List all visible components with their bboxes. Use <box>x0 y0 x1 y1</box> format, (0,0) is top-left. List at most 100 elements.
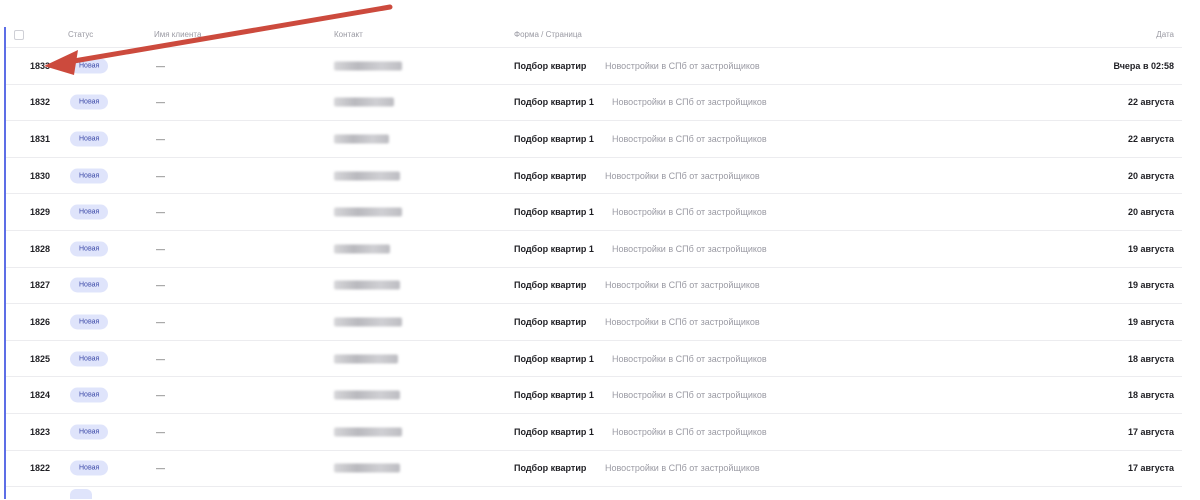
page-name[interactable]: Новостройки в СПб от застройщиков <box>605 280 760 290</box>
status-badge: Новая <box>70 460 109 476</box>
page-name[interactable]: Новостройки в СПб от застройщиков <box>612 354 767 364</box>
table-row[interactable]: 1822 Новая — Подбор квартир Новостройки в СП… <box>6 450 1182 488</box>
contact-redacted <box>334 61 402 71</box>
table-header: Статус Имя клиента Контакт Форма / Стран… <box>6 27 1182 48</box>
lead-id: 1822 <box>30 463 51 474</box>
table-row[interactable]: 1825 Новая — Подбор квартир 1 Новостройки в … <box>6 340 1182 378</box>
status-badge: Новая <box>70 131 109 147</box>
leads-table: Статус Имя клиента Контакт Форма / Стран… <box>4 27 1182 500</box>
status-badge: Новая <box>70 351 109 367</box>
status-badge: Новая <box>70 387 109 403</box>
status-badge-partial <box>70 489 92 500</box>
lead-date: 18 августа <box>1128 353 1174 364</box>
form-name: Подбор квартир 1 <box>514 243 594 254</box>
leads-table-screen: Статус Имя клиента Контакт Форма / Стран… <box>0 0 1200 500</box>
contact-redacted <box>334 97 394 107</box>
lead-date: 19 августа <box>1128 316 1174 327</box>
contact-redacted <box>334 463 400 473</box>
contact-redacted <box>334 280 400 290</box>
client-name: — <box>156 60 165 71</box>
contact-redacted <box>334 317 402 327</box>
lead-date: Вчера в 02:58 <box>1113 60 1174 71</box>
lead-id: 1831 <box>30 133 51 144</box>
client-name: — <box>156 280 165 291</box>
table-row[interactable]: 1832 Новая — Подбор квартир 1 Новостройки в … <box>6 84 1182 122</box>
table-row[interactable]: 1829 Новая — Подбор квартир 1 Новостройки в … <box>6 194 1182 231</box>
page-name[interactable]: Новостройки в СПб от застройщиков <box>612 427 767 437</box>
page-name[interactable]: Новостройки в СПб от застройщиков <box>605 171 760 181</box>
client-name: — <box>156 170 165 181</box>
lead-id: 1828 <box>30 243 51 254</box>
status-badge: Новая <box>70 58 109 74</box>
select-all-checkbox-icon[interactable] <box>14 30 24 40</box>
lead-id: 1825 <box>30 353 51 364</box>
table-row[interactable]: 1824 Новая — Подбор квартир 1 Новостройки в … <box>6 377 1182 414</box>
lead-date: 20 августа <box>1128 207 1174 218</box>
client-name: — <box>156 97 165 108</box>
client-name: — <box>156 133 165 144</box>
page-name[interactable]: Новостройки в СПб от застройщиков <box>612 390 767 400</box>
lead-id: 1827 <box>30 280 51 291</box>
lead-date: 17 августа <box>1128 463 1174 474</box>
page-name[interactable]: Новостройки в СПб от застройщиков <box>612 134 767 144</box>
form-name: Подбор квартир 1 <box>514 207 594 218</box>
lead-date: 22 августа <box>1128 97 1174 108</box>
top-strip <box>0 0 1200 26</box>
status-badge: Новая <box>70 204 109 220</box>
form-name: Подбор квартир <box>514 316 587 327</box>
table-row[interactable]: 1833 Новая — Подбор квартир Новостройки в СП… <box>6 48 1182 85</box>
table-row[interactable]: 1823 Новая — Подбор квартир 1 Новостройки в … <box>6 413 1182 451</box>
client-name: — <box>156 390 165 401</box>
lead-date: 19 августа <box>1128 280 1174 291</box>
table-row[interactable]: 1827 Новая — Подбор квартир Новостройки в СП… <box>6 267 1182 305</box>
header-form-page[interactable]: Форма / Страница <box>514 30 582 39</box>
header-date[interactable]: Дата <box>1156 30 1174 39</box>
form-name: Подбор квартир 1 <box>514 133 594 144</box>
client-name: — <box>156 426 165 437</box>
header-client-name[interactable]: Имя клиента <box>154 30 201 39</box>
table-row[interactable]: 1830 Новая — Подбор квартир Новостройки в СП… <box>6 157 1182 195</box>
lead-id: 1830 <box>30 170 51 181</box>
lead-id: 1826 <box>30 316 51 327</box>
form-name: Подбор квартир 1 <box>514 353 594 364</box>
table-row[interactable]: 1826 Новая — Подбор квартир Новостройки в СП… <box>6 304 1182 341</box>
lead-date: 20 августа <box>1128 170 1174 181</box>
client-name: — <box>156 207 165 218</box>
status-badge: Новая <box>70 94 109 110</box>
lead-id: 1833 <box>30 60 51 71</box>
form-name: Подбор квартир 1 <box>514 390 594 401</box>
contact-redacted <box>334 390 400 400</box>
form-name: Подбор квартир 1 <box>514 97 594 108</box>
lead-date: 18 августа <box>1128 390 1174 401</box>
lead-id: 1832 <box>30 97 51 108</box>
page-name[interactable]: Новостройки в СПб от застройщиков <box>605 317 760 327</box>
contact-redacted <box>334 171 400 181</box>
form-name: Подбор квартир <box>514 463 587 474</box>
status-badge: Новая <box>70 277 109 293</box>
page-name[interactable]: Новостройки в СПб от застройщиков <box>605 463 760 473</box>
contact-redacted <box>334 207 402 217</box>
page-name[interactable]: Новостройки в СПб от застройщиков <box>612 244 767 254</box>
lead-id: 1823 <box>30 426 51 437</box>
status-badge: Новая <box>70 424 109 440</box>
page-name[interactable]: Новостройки в СПб от застройщиков <box>612 207 767 217</box>
client-name: — <box>156 353 165 364</box>
table-body: 1833 Новая — Подбор квартир Новостройки в СП… <box>6 48 1182 500</box>
contact-redacted <box>334 354 398 364</box>
header-status[interactable]: Статус <box>68 30 93 39</box>
table-row[interactable]: 1831 Новая — Подбор квартир 1 Новостройки в … <box>6 121 1182 158</box>
client-name: — <box>156 316 165 327</box>
contact-redacted <box>334 244 390 254</box>
table-row[interactable]: 1828 Новая — Подбор квартир 1 Новостройки в … <box>6 230 1182 268</box>
lead-date: 17 августа <box>1128 426 1174 437</box>
contact-redacted <box>334 427 402 437</box>
form-name: Подбор квартир <box>514 170 587 181</box>
header-contact[interactable]: Контакт <box>334 30 363 39</box>
page-name[interactable]: Новостройки в СПб от застройщиков <box>612 97 767 107</box>
client-name: — <box>156 243 165 254</box>
client-name: — <box>156 463 165 474</box>
status-badge: Новая <box>70 314 109 330</box>
page-name[interactable]: Новостройки в СПб от застройщиков <box>605 61 760 71</box>
form-name: Подбор квартир <box>514 280 587 291</box>
status-badge: Новая <box>70 241 109 257</box>
